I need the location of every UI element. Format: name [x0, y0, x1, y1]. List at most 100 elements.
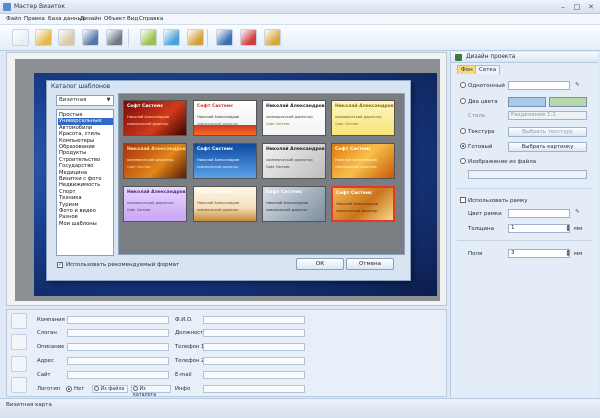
site-input[interactable]: [67, 371, 169, 379]
logo-none-radio[interactable]: [66, 386, 72, 392]
email-input[interactable]: [203, 371, 305, 379]
from-file-radio[interactable]: [460, 158, 466, 164]
margins-unit: мм: [574, 251, 583, 257]
mono-color-field[interactable]: [508, 81, 570, 90]
slogan-input[interactable]: [67, 329, 169, 337]
info-input[interactable]: [203, 385, 305, 393]
help-icon[interactable]: [240, 29, 257, 46]
thickness-input[interactable]: 1: [508, 224, 570, 233]
thumbnail-name: коммерческий директор: [266, 158, 313, 162]
clock-icon[interactable]: [11, 356, 27, 372]
phone1-input[interactable]: [203, 343, 305, 351]
info-label: Инфо: [175, 386, 191, 392]
menu-object[interactable]: Объект: [104, 16, 126, 22]
choose-picture-button[interactable]: Выбрать картинку: [508, 142, 587, 152]
thumbnail-subtitle: коммерческий директор: [335, 165, 377, 169]
edit-icon[interactable]: [11, 313, 27, 329]
picture-frame-icon[interactable]: [187, 29, 204, 46]
file-path-field[interactable]: [468, 170, 587, 179]
phone2-input[interactable]: [203, 357, 305, 365]
company-label: Компания: [37, 317, 65, 323]
frame-eyedropper-icon[interactable]: ✎: [575, 209, 580, 215]
image-icon[interactable]: [163, 29, 180, 46]
menu-design[interactable]: Дизайн: [80, 16, 101, 22]
menu-help[interactable]: Справка: [139, 16, 163, 22]
address-input[interactable]: [67, 357, 169, 365]
template-thumbnail[interactable]: Софт Системс Николай Александров коммерчес…: [193, 143, 257, 179]
thumbnail-headline: Николай Александров: [127, 190, 186, 195]
cancel-button[interactable]: Отмена: [346, 258, 394, 270]
logo-from-file-button[interactable]: Из файла: [92, 385, 128, 393]
choose-texture-button[interactable]: Выбрать текстуру: [508, 127, 587, 137]
template-thumbnail[interactable]: Николай Александров коммерческий директор…: [331, 100, 395, 136]
thumbnail-headline: Николай Александров: [335, 104, 394, 109]
contacts-icon[interactable]: [11, 377, 27, 393]
margins-spinner[interactable]: ▲ ▼: [565, 249, 571, 258]
logo-from-file-label: Из файла: [100, 387, 125, 392]
thumbnail-subtitle: коммерческий директор: [197, 165, 239, 169]
maximize-button[interactable]: □: [570, 2, 584, 12]
eyedropper-icon[interactable]: ✎: [575, 82, 580, 88]
zoom-icon[interactable]: [216, 29, 233, 46]
fullname-input[interactable]: [203, 316, 305, 324]
color-a-swatch[interactable]: [508, 97, 546, 107]
color-b-swatch[interactable]: [549, 97, 587, 107]
frame-color-field[interactable]: [508, 209, 570, 218]
minimize-button[interactable]: –: [556, 2, 570, 12]
template-thumbnail[interactable]: Софт Системс Николай Александров коммерчес…: [331, 143, 395, 179]
card-type-value: Визитная: [59, 97, 87, 103]
thumbnail-headline: Николай Александров: [127, 147, 186, 152]
logo-label: Логотип: [37, 386, 61, 392]
template-thumbnail[interactable]: Николай Александров коммерческий директор…: [262, 100, 326, 136]
margins-value: 3: [511, 250, 515, 256]
recommended-format-checkbox[interactable]: ✓: [57, 262, 63, 268]
thumbnail-headline: Софт Системс: [127, 104, 164, 109]
clipboard-icon[interactable]: [58, 29, 75, 46]
frame-color-label: Цвет рамки: [468, 211, 502, 217]
texture-radio[interactable]: [460, 128, 466, 134]
template-thumbnail[interactable]: Николай Александров коммерческий директор…: [123, 143, 187, 179]
menu-edit[interactable]: Правка: [24, 16, 45, 22]
settings-icon[interactable]: [264, 29, 281, 46]
wand-icon[interactable]: [140, 29, 157, 46]
thumbnail-headline: Николай Александров: [266, 147, 325, 152]
template-thumbnail[interactable]: Софт Системс Николай Александров коммерчес…: [193, 186, 257, 222]
company-input[interactable]: [67, 316, 169, 324]
thumbnail-headline: Софт Системс: [197, 147, 234, 152]
two-colors-radio[interactable]: [460, 98, 466, 104]
template-thumbnail[interactable]: Софт Системс Николай Александров коммерчес…: [331, 186, 395, 222]
thumbnail-headline: Николай Александров: [266, 104, 325, 109]
logo-catalog-radio[interactable]: [133, 386, 138, 391]
template-thumbnail[interactable]: Софт Системс Николай Александров коммерчес…: [123, 100, 187, 136]
phone2-label: Телефон 2: [175, 358, 205, 364]
status-text: Визитная карта: [6, 402, 52, 408]
use-frame-checkbox[interactable]: [460, 197, 466, 203]
position-input[interactable]: [203, 329, 305, 337]
logo-none-label: Нет: [74, 386, 85, 392]
book-icon[interactable]: [11, 334, 27, 350]
open-folder-icon[interactable]: [35, 29, 52, 46]
thickness-spinner[interactable]: ▲ ▼: [565, 224, 571, 233]
menu-file[interactable]: Файл: [6, 16, 21, 22]
template-thumbnail[interactable]: Софт Системс Николай Александров коммерчес…: [262, 186, 326, 222]
logo-from-catalog-button[interactable]: Из каталога: [131, 385, 171, 398]
mono-radio[interactable]: [460, 82, 466, 88]
category-item[interactable]: Мои шаблоны: [58, 221, 113, 228]
tab-grid[interactable]: Сетка: [475, 65, 501, 74]
print-icon[interactable]: [106, 29, 123, 46]
close-button[interactable]: ✕: [584, 2, 598, 12]
new-document-icon[interactable]: [12, 29, 29, 46]
menu-view[interactable]: Вид: [127, 16, 138, 22]
description-input[interactable]: [67, 343, 169, 351]
template-thumbnail[interactable]: Николай Александров коммерческий директор…: [262, 143, 326, 179]
template-thumbnail[interactable]: Николай Александров коммерческий директор…: [123, 186, 187, 222]
style-select[interactable]: Разделение 1:1: [508, 111, 587, 120]
template-thumbnail[interactable]: Софт Системс Николай Александров коммерчес…: [193, 100, 257, 136]
tab-background[interactable]: Фон: [457, 65, 477, 74]
card-type-select[interactable]: Визитная ▼: [56, 95, 114, 106]
logo-file-radio[interactable]: [94, 386, 99, 391]
ok-button[interactable]: ОК: [296, 258, 344, 270]
margins-input[interactable]: 3: [508, 249, 570, 258]
ready-radio[interactable]: [460, 143, 466, 149]
save-icon[interactable]: [82, 29, 99, 46]
